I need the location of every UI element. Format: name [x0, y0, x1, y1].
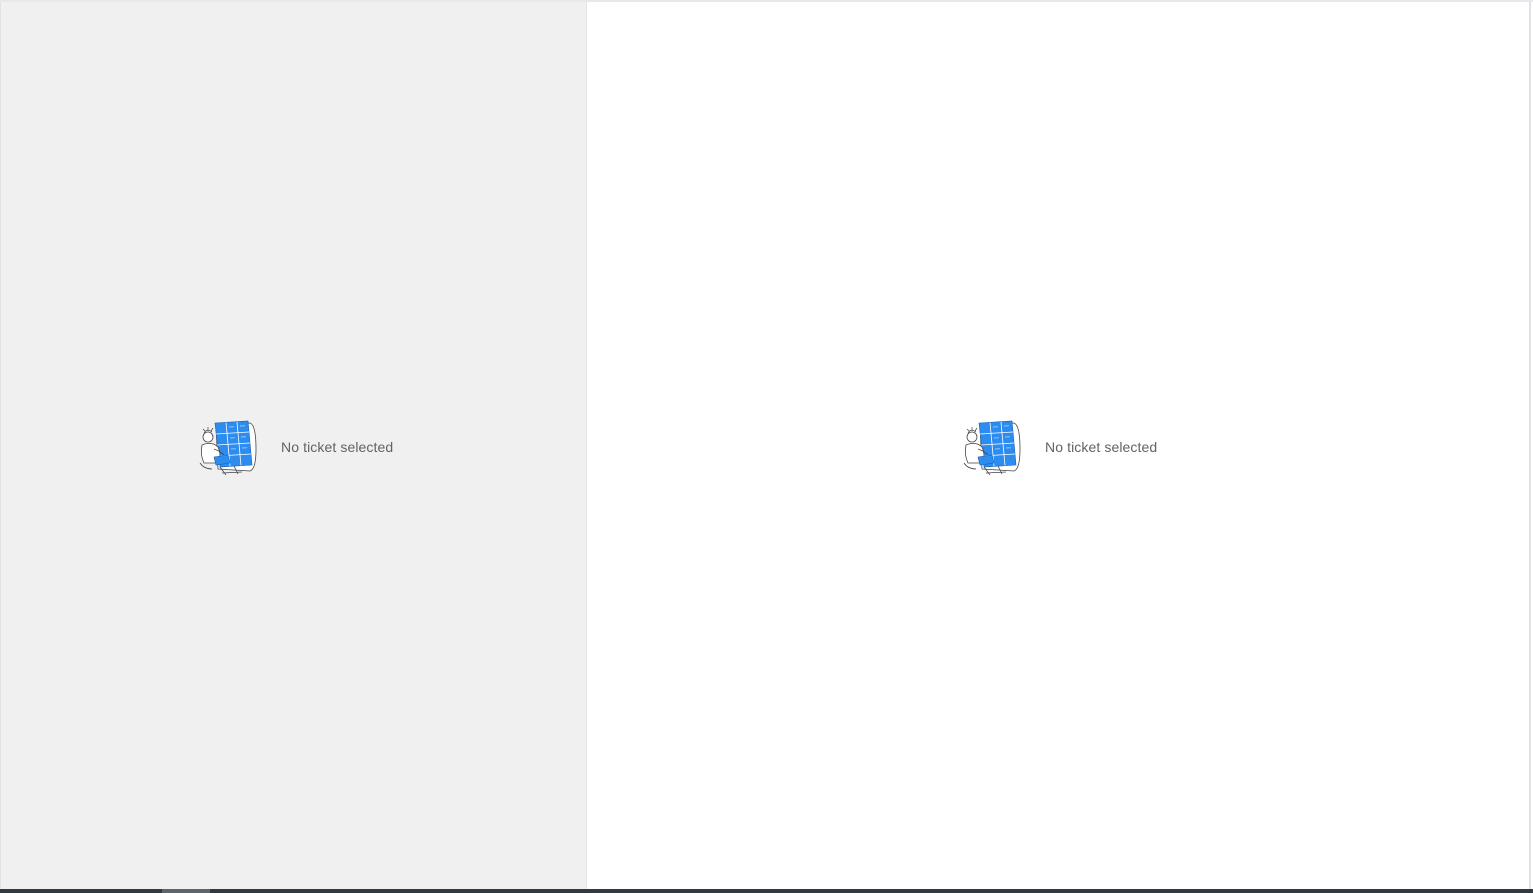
ticket-detail-panel: No ticket selected: [587, 2, 1531, 889]
app-window: No ticket selected No ticket selected: [0, 0, 1533, 893]
empty-state-message: No ticket selected: [1045, 439, 1158, 455]
scrollbar-thumb[interactable]: [162, 889, 210, 893]
empty-state: No ticket selected: [198, 419, 393, 475]
empty-state-message: No ticket selected: [281, 439, 394, 455]
horizontal-scrollbar[interactable]: [0, 889, 1533, 893]
person-at-screen-illustration-icon: [963, 420, 1021, 475]
empty-state: No ticket selected: [962, 419, 1157, 475]
ticket-list-panel: No ticket selected: [0, 2, 587, 889]
person-at-screen-illustration-icon: [199, 420, 257, 475]
